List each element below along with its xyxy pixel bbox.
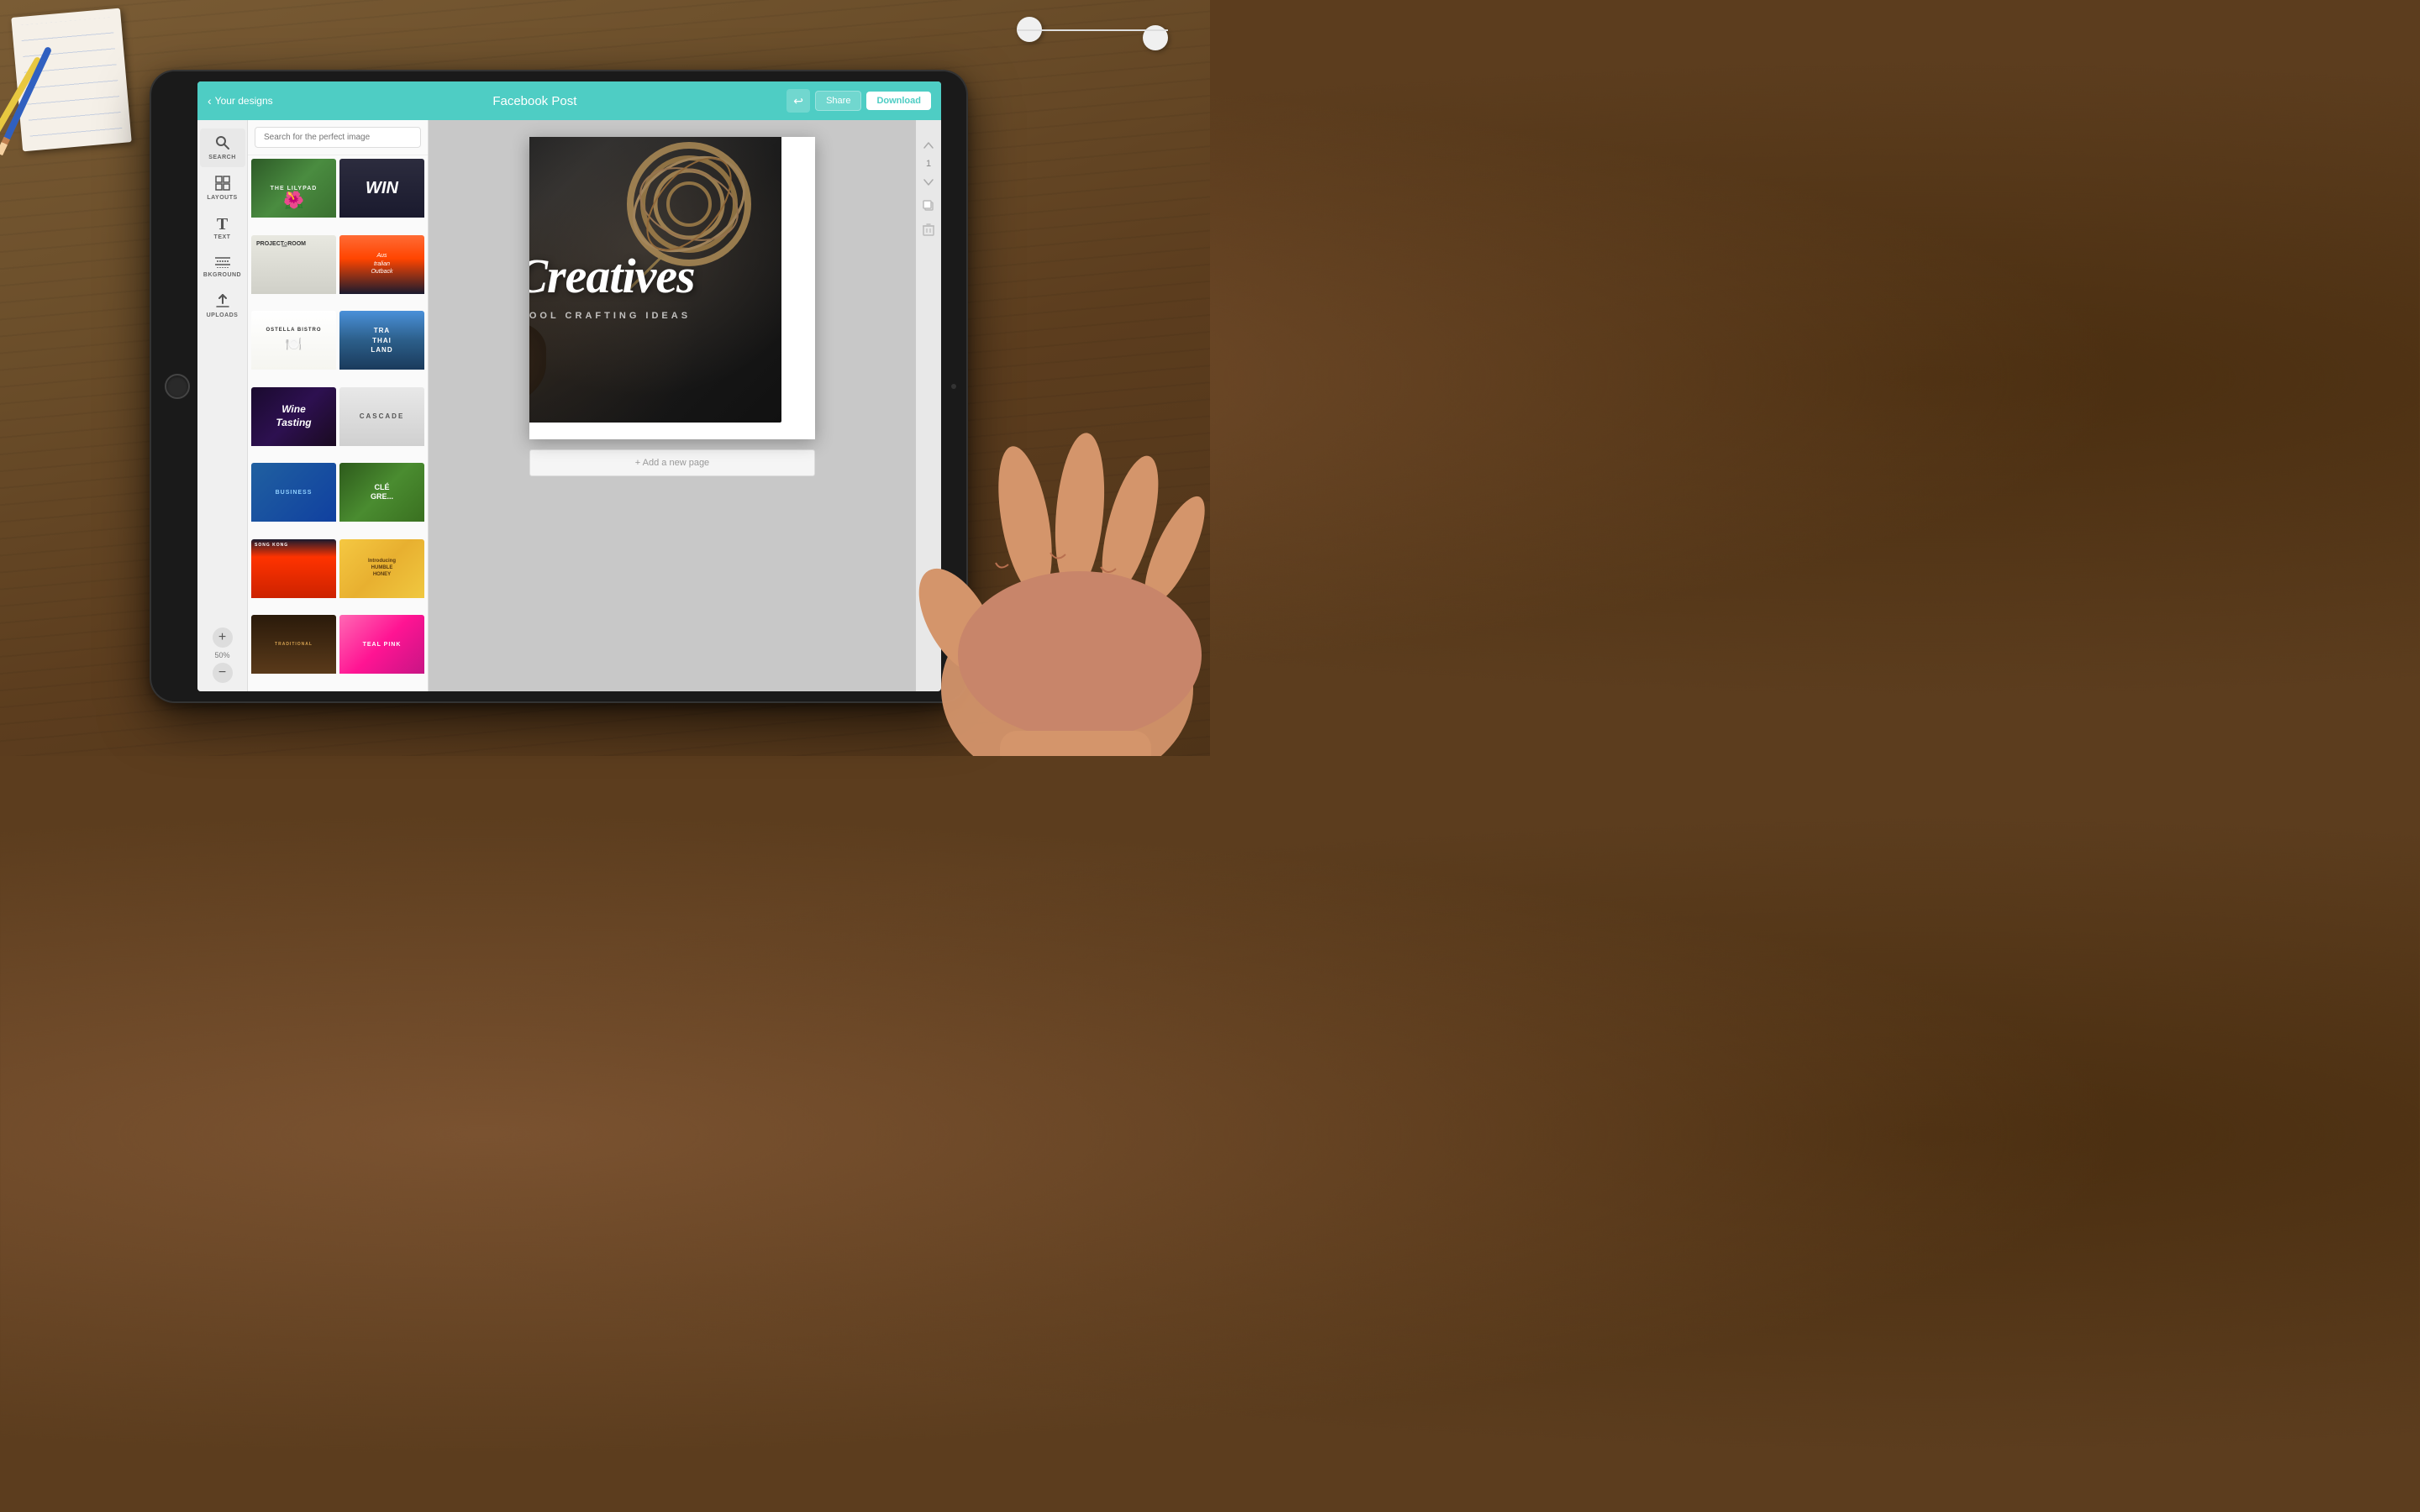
template-city[interactable] <box>251 539 336 612</box>
earphones <box>958 0 1210 168</box>
zoom-value: 50% <box>214 651 229 659</box>
app-header: ‹ Your designs Facebook Post ↩ Share Dow… <box>197 81 941 120</box>
text-icon: T <box>217 216 228 233</box>
sidebar-item-search[interactable]: SEARCH <box>200 129 245 167</box>
page-delete-button[interactable] <box>920 221 937 238</box>
sidebar-layouts-label: LAYOUTS <box>207 195 237 201</box>
page-title: Facebook Post <box>283 94 786 108</box>
layouts-icon <box>215 176 230 193</box>
templates-panel <box>248 120 429 691</box>
template-pink[interactable] <box>339 615 424 688</box>
back-button[interactable]: ‹ Your designs <box>197 94 283 108</box>
overlay-sub-text: COOL CRAFTING IDEAS <box>529 311 691 321</box>
template-cascade[interactable] <box>339 387 424 460</box>
search-box <box>248 120 428 155</box>
zoom-in-button[interactable]: + <box>213 627 233 648</box>
sidebar-item-uploads[interactable]: UPLOADS <box>200 286 245 325</box>
back-chevron-icon: ‹ <box>208 94 212 108</box>
sidebar-search-label: SEARCH <box>208 155 236 160</box>
template-wine[interactable] <box>339 159 424 232</box>
background-icon <box>215 255 230 270</box>
creatives-image-overlay[interactable]: Creatives COOL CRAFTING IDEAS <box>529 137 781 423</box>
templates-grid <box>248 155 428 691</box>
download-button[interactable]: Download <box>866 92 931 110</box>
side-button <box>951 384 956 389</box>
page-copy-button[interactable] <box>920 197 937 214</box>
cable <box>1017 29 1168 31</box>
template-outback[interactable] <box>339 235 424 308</box>
desk-items <box>0 0 151 168</box>
add-page-button[interactable]: + Add a new page <box>529 449 815 476</box>
template-ostella[interactable] <box>251 311 336 384</box>
ipad-screen: ‹ Your designs Facebook Post ↩ Share Dow… <box>197 81 941 691</box>
app-body: SEARCH LAYOUTS T TEXT <box>197 120 941 691</box>
sidebar-bottom: + 50% − <box>197 627 247 691</box>
template-green[interactable] <box>339 463 424 536</box>
zoom-out-button[interactable]: − <box>213 663 233 683</box>
ipad-frame: ‹ Your designs Facebook Post ↩ Share Dow… <box>151 71 966 701</box>
page-up-button[interactable] <box>920 137 937 154</box>
template-thailand[interactable] <box>339 311 424 384</box>
search-input[interactable] <box>255 127 421 148</box>
overlay-main-text: Creatives <box>529 248 695 304</box>
sidebar-uploads-label: UPLOADS <box>207 312 239 318</box>
template-winetasting[interactable] <box>251 387 336 460</box>
template-project[interactable] <box>251 235 336 308</box>
home-button[interactable] <box>165 374 190 399</box>
canvas-area[interactable]: Creatives COOL CRAFTING IDEAS + Add a ne… <box>429 120 916 691</box>
template-traditional[interactable] <box>251 615 336 688</box>
template-business[interactable] <box>251 463 336 536</box>
back-label: Your designs <box>215 95 273 107</box>
header-actions: ↩ Share Download <box>786 89 941 113</box>
page-number: 1 <box>926 157 931 171</box>
share-button[interactable]: Share <box>815 91 861 111</box>
sidebar-text-label: TEXT <box>214 234 231 240</box>
template-lilypad[interactable] <box>251 159 336 232</box>
undo-button[interactable]: ↩ <box>786 89 810 113</box>
sidebar: SEARCH LAYOUTS T TEXT <box>197 120 248 691</box>
right-controls: 1 <box>916 120 941 691</box>
canvas-page[interactable]: Creatives COOL CRAFTING IDEAS <box>529 137 815 439</box>
uploads-icon <box>215 293 230 311</box>
sidebar-item-background[interactable]: BKGROUND <box>200 249 245 285</box>
template-honey[interactable] <box>339 539 424 612</box>
search-icon <box>215 135 230 153</box>
sidebar-item-text[interactable]: T TEXT <box>200 209 245 247</box>
sidebar-background-label: BKGROUND <box>203 272 241 278</box>
sidebar-item-layouts[interactable]: LAYOUTS <box>200 169 245 207</box>
page-down-button[interactable] <box>920 174 937 191</box>
